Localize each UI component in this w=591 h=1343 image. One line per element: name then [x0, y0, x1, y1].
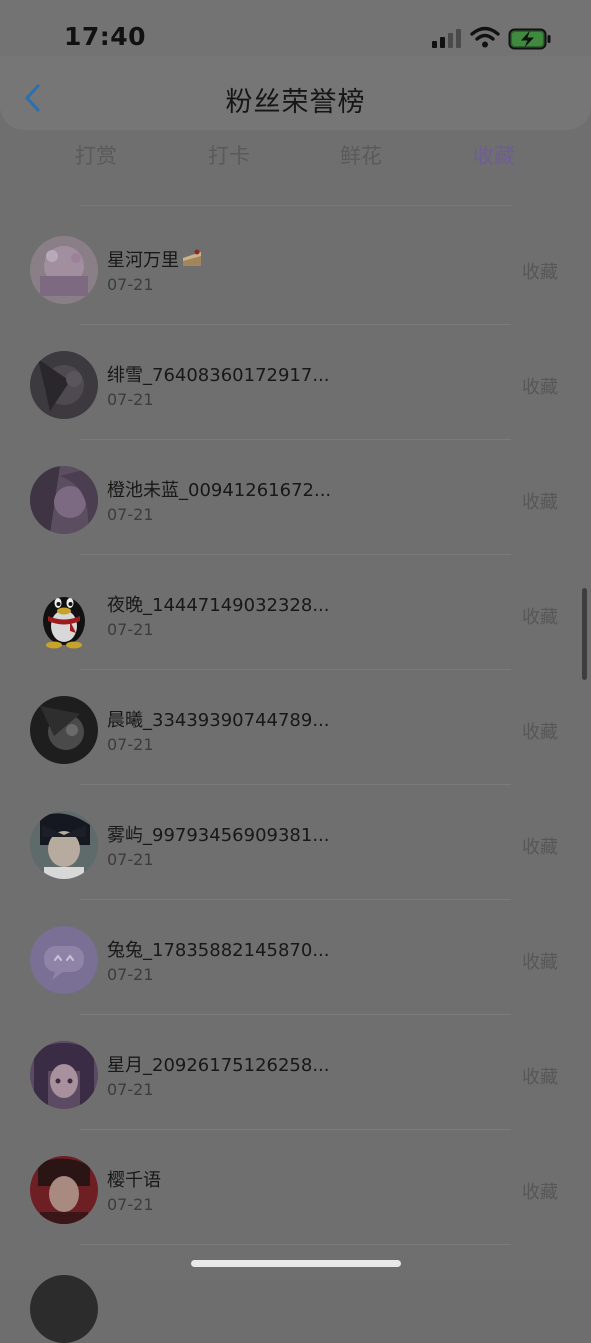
- next-avatar-peek: [30, 1275, 98, 1343]
- list-item[interactable]: 兔兔_17835882145870... 07-21 收藏: [0, 900, 591, 1015]
- purple-anime-avatar: [30, 466, 98, 534]
- monochrome-anime-avatar: [30, 696, 98, 764]
- tab-checkin[interactable]: 打卡: [179, 140, 279, 170]
- tab-flowers[interactable]: 鲜花: [311, 140, 411, 170]
- fan-name: 星河万里: [107, 246, 203, 272]
- fan-date: 07-21: [107, 965, 154, 984]
- fan-date: 07-21: [107, 1080, 154, 1099]
- fan-name: 兔兔_17835882145870...: [107, 940, 330, 961]
- scrollbar[interactable]: [582, 588, 587, 680]
- row-divider: [80, 1244, 511, 1245]
- fan-name: 樱千语: [107, 1170, 161, 1191]
- list-item[interactable]: 夜晚_14447149032328... 07-21 收藏: [0, 555, 591, 670]
- fan-honor-page: 17:40 粉丝荣誉榜 打赏 打卡 鲜花 收藏 星河万里 07-21 收藏 绯雪…: [0, 0, 591, 1343]
- list-item[interactable]: 橙池未蓝_00941261672... 07-21 收藏: [0, 440, 591, 555]
- dark-anime-avatar: [30, 351, 98, 419]
- penguin-avatar: [30, 581, 98, 649]
- fan-name: 雾屿_99793456909381...: [107, 825, 330, 846]
- tab-bar: 打赏 打卡 鲜花 收藏: [0, 140, 591, 180]
- tab-favorites[interactable]: 收藏: [444, 140, 544, 170]
- boy-anime-avatar: [30, 811, 98, 879]
- nav-bar: 粉丝荣誉榜: [0, 56, 591, 130]
- wifi-icon: [470, 26, 500, 48]
- fan-date: 07-21: [107, 1195, 154, 1214]
- favorite-action: 收藏: [522, 1182, 558, 1203]
- list-item[interactable]: 绯雪_76408360172917... 07-21 收藏: [0, 325, 591, 440]
- favorite-action: 收藏: [522, 1067, 558, 1088]
- favorite-action: 收藏: [522, 492, 558, 513]
- list-item[interactable]: 樱千语 07-21 收藏: [0, 1130, 591, 1245]
- fan-date: 07-21: [107, 620, 154, 639]
- fan-name: 星月_20926175126258...: [107, 1055, 330, 1076]
- list-item[interactable]: 晨曦_33439390744789... 07-21 收藏: [0, 670, 591, 785]
- pink-anime-avatar: [30, 236, 98, 304]
- favorite-action: 收藏: [522, 837, 558, 858]
- favorite-action: 收藏: [522, 607, 558, 628]
- fan-date: 07-21: [107, 505, 154, 524]
- fan-name: 橙池未蓝_00941261672...: [107, 480, 332, 501]
- page-title: 粉丝荣誉榜: [225, 87, 366, 118]
- purple-hair-anime-avatar: [30, 1041, 98, 1109]
- signal-icon: [432, 28, 462, 48]
- fan-date: 07-21: [107, 275, 154, 294]
- fan-name: 夜晚_14447149032328...: [107, 595, 330, 616]
- favorite-action: 收藏: [522, 377, 558, 398]
- red-anime-avatar: [30, 1156, 98, 1224]
- fan-name: 绯雪_76408360172917...: [107, 365, 330, 386]
- chat-bubble-avatar: [30, 926, 98, 994]
- battery-charging-icon: [508, 28, 551, 50]
- fan-date: 07-21: [107, 735, 154, 754]
- tab-reward[interactable]: 打赏: [46, 140, 146, 170]
- favorite-action: 收藏: [522, 952, 558, 973]
- home-indicator[interactable]: [191, 1260, 401, 1267]
- fan-date: 07-21: [107, 390, 154, 409]
- list-item[interactable]: 星河万里 07-21 收藏: [0, 210, 591, 325]
- cake-emoji-icon: [183, 249, 201, 266]
- status-bar: 17:40: [0, 0, 591, 56]
- fan-name: 晨曦_33439390744789...: [107, 710, 330, 731]
- fan-date: 07-21: [107, 850, 154, 869]
- favorite-action: 收藏: [522, 262, 558, 283]
- list-item[interactable]: 雾屿_99793456909381... 07-21 收藏: [0, 785, 591, 900]
- list-item[interactable]: 星月_20926175126258... 07-21 收藏: [0, 1015, 591, 1130]
- tabs-divider: [80, 205, 511, 206]
- favorite-action: 收藏: [522, 722, 558, 743]
- status-time: 17:40: [64, 22, 147, 51]
